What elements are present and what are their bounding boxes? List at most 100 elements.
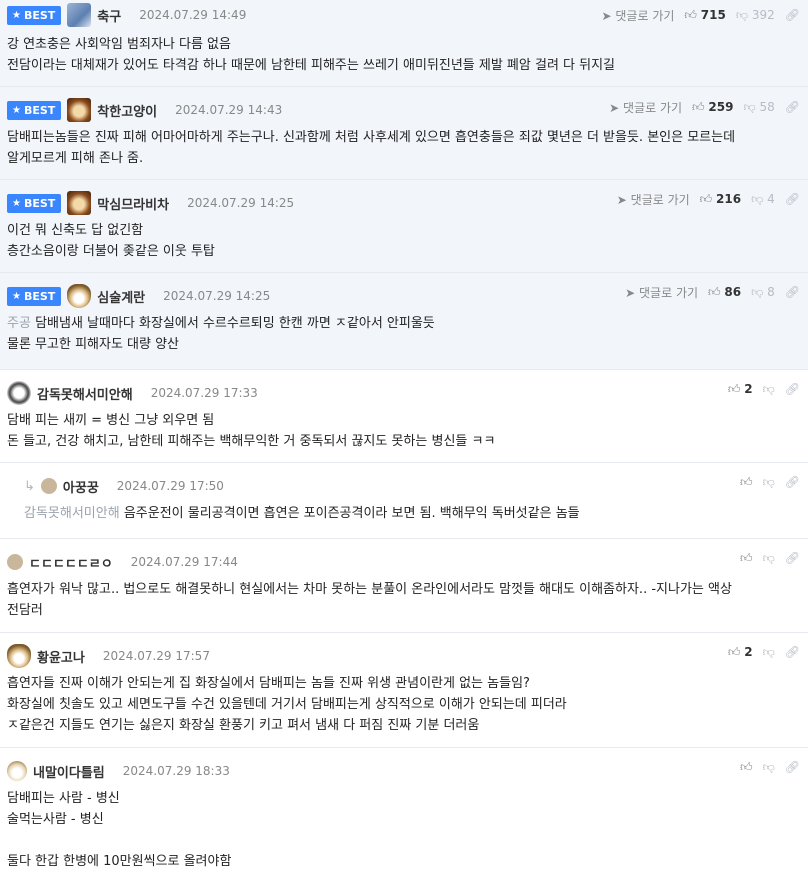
thumbs-down-icon: 👎︎ [751,191,764,206]
dislike-button[interactable]: 👎︎ 392 [736,8,775,23]
avatar[interactable] [67,3,92,27]
reply-arrow-icon: ↳ [24,478,35,494]
thumbs-up-icon: 👍︎ [684,7,697,22]
nickname[interactable]: 착한고양이 [97,101,157,120]
avatar[interactable] [67,191,92,215]
best-badge: ★ BEST [7,286,62,306]
nickname[interactable]: ㄷㄷㄷㄷㄷㄹㅇ [29,553,113,572]
dislike-button[interactable]: 👎︎ [763,645,775,660]
dislike-button[interactable]: 👎︎ [763,551,775,566]
comment-item: ★ BEST 축구 2024.07.29 14:49 ➤ 댓글로 가기 👍︎ 71… [0,0,808,87]
like-button[interactable]: 👍︎ 259 [692,100,733,115]
thumbs-down-icon: 👎︎ [743,99,756,114]
comment-item: ★ BEST 막심므라비차 2024.07.29 14:25 ➤ 댓글로 가기 👍… [0,180,808,273]
link-icon[interactable]: 🔗︎ [785,285,800,299]
comment-body: 담배피는 사람 - 병신 술먹는사람 - 병신 둘다 한갑 한병에 10만원씩으로 … [7,791,232,869]
comment-body: 감독못해서미안해 음주운전이 물리공격이면 흡연은 포이즌공격이라 보면 됨. … [24,506,580,521]
comment-date: 2024.07.29 14:25 [163,289,271,303]
thumbs-up-icon: 👍︎ [740,759,753,774]
link-icon[interactable]: 🔗︎ [785,100,800,114]
link-icon[interactable]: 🔗︎ [785,382,800,396]
comment-date: 2024.07.29 14:43 [175,103,283,117]
nickname[interactable]: 내말이다틀림 [33,762,105,781]
avatar[interactable] [7,761,27,781]
go-to-reply-link[interactable]: ➤ 댓글로 가기 [602,7,675,24]
nickname[interactable]: 아꿍꿍 [63,477,99,496]
comment-actions: ➤ 댓글로 가기 👍︎ 86 👎︎ 8 🔗︎ [625,277,800,307]
comment-header: 내말이다틀림 2024.07.29 18:33 [7,756,230,786]
avatar[interactable] [7,554,23,570]
comment-header: ↳ 아꿍꿍 2024.07.29 17:50 [24,471,224,501]
thumbs-up-icon: 👍︎ [727,381,741,396]
nickname[interactable]: 축구 [97,6,121,25]
like-button[interactable]: 👍︎ [740,760,753,775]
best-badge: ★ BEST [7,193,62,213]
like-button[interactable]: 👍︎ [740,551,753,566]
dislike-button[interactable]: 👎︎ 58 [743,100,774,115]
comment-body: 강 연초충은 사회악임 범죄자나 다름 없음 전담이라는 대체재가 있어도 타격감… [7,37,616,73]
comment-header: ★ BEST 착한고양이 2024.07.29 14:43 [7,95,282,125]
dislike-button[interactable]: 👎︎ [763,760,775,775]
comment-date: 2024.07.29 17:44 [130,555,238,569]
comment-header: ★ BEST 막심므라비차 2024.07.29 14:25 [7,188,294,218]
thumbs-up-icon: 👍︎ [708,284,721,299]
link-icon[interactable]: 🔗︎ [785,760,800,774]
link-icon[interactable]: 🔗︎ [785,645,800,659]
comment-header: 황윤고나 2024.07.29 17:57 [7,641,210,671]
thumbs-down-icon: 👎︎ [762,759,775,774]
dislike-button[interactable]: 👎︎ 8 [751,285,775,300]
thumbs-down-icon: 👎︎ [762,644,775,659]
star-icon: ★ [12,9,21,21]
link-icon[interactable]: 🔗︎ [785,192,800,206]
avatar[interactable] [7,644,31,668]
avatar[interactable] [40,478,57,494]
nickname[interactable]: 막심므라비차 [97,194,169,213]
nickname[interactable]: 황윤고나 [37,647,85,666]
dislike-button[interactable]: 👎︎ [763,382,775,397]
comment-actions: ➤ 댓글로 가기 👍︎ 715 👎︎ 392 🔗︎ [602,0,801,30]
avatar[interactable] [7,381,31,405]
star-icon: ★ [12,290,21,302]
dislike-button[interactable]: 👎︎ 4 [751,192,775,207]
comment-item: 황윤고나 2024.07.29 17:57 👍︎ 2 👎︎ 🔗︎ 흡연자들 진짜… [0,633,808,748]
comment-body: 주공 담배냄새 날때마다 화장실에서 수르수르퇴밍 한캔 까면 ㅈ같아서 안피울… [7,316,435,352]
comment-body: 담배 피는 새끼 = 병신 그냥 외우면 됨돈 들고, 건강 해치고, 남한테 … [7,413,496,449]
send-icon: ➤ [609,100,620,115]
nickname[interactable]: 심술계란 [97,287,145,306]
like-button[interactable]: 👍︎ 86 [708,285,741,300]
best-badge: ★ BEST [7,5,62,25]
like-button[interactable]: 👍︎ 216 [700,192,741,207]
like-button[interactable]: 👍︎ [740,475,753,490]
link-icon[interactable]: 🔗︎ [785,551,800,565]
mention-tag[interactable]: 감독못해서미안해 [24,506,120,521]
link-icon[interactable]: 🔗︎ [785,8,800,22]
dislike-button[interactable]: 👎︎ [763,475,775,490]
comment-header: ★ BEST 심술계란 2024.07.29 14:25 [7,281,270,311]
go-to-reply-link[interactable]: ➤ 댓글로 가기 [617,191,690,208]
mention-tag[interactable]: 주공 [7,316,31,331]
comment-item: ★ BEST 심술계란 2024.07.29 14:25 ➤ 댓글로 가기 👍︎ … [0,273,808,370]
send-icon: ➤ [601,8,612,23]
comment-body: 이건 뭐 신축도 답 없긴함 층간소음이랑 더불어 좆같은 이웃 투탑 [7,223,215,259]
go-to-reply-link[interactable]: ➤ 댓글로 가기 [609,99,682,116]
avatar[interactable] [67,284,92,308]
comment-list: ★ BEST 축구 2024.07.29 14:49 ➤ 댓글로 가기 👍︎ 71… [0,0,808,886]
comment-date: 2024.07.29 14:49 [139,8,247,22]
comment-header: 감독못해서미안해 2024.07.29 17:33 [7,378,258,408]
link-icon[interactable]: 🔗︎ [785,475,800,489]
comment-body: 담배피는놈들은 진짜 피해 어마어마하게 주는구나. 신과함께 처럼 사후세계 … [7,130,736,166]
go-to-reply-link[interactable]: ➤ 댓글로 가기 [625,284,698,301]
thumbs-up-icon: 👍︎ [740,550,753,565]
thumbs-up-icon: 👍︎ [727,644,741,659]
send-icon: ➤ [625,285,636,300]
like-button[interactable]: 👍︎ 715 [684,8,725,23]
comment-actions: 👍︎ 2 👎︎ 🔗︎ [728,637,800,667]
like-button[interactable]: 👍︎ 2 [728,645,753,660]
reply-item: ↳ 아꿍꿍 2024.07.29 17:50 👍︎ 👎︎ 🔗︎ 감독못해서미안해… [0,463,808,539]
comment-body: 흡연자들 진짜 이해가 안되는게 집 화장실에서 담배피는 놈들 진짜 위생 관… [7,676,567,733]
thumbs-down-icon: 👎︎ [762,381,775,396]
comment-item: ★ BEST 착한고양이 2024.07.29 14:43 ➤ 댓글로 가기 👍︎… [0,87,808,180]
nickname[interactable]: 감독못해서미안해 [37,384,133,403]
avatar[interactable] [67,98,92,122]
like-button[interactable]: 👍︎ 2 [728,382,753,397]
